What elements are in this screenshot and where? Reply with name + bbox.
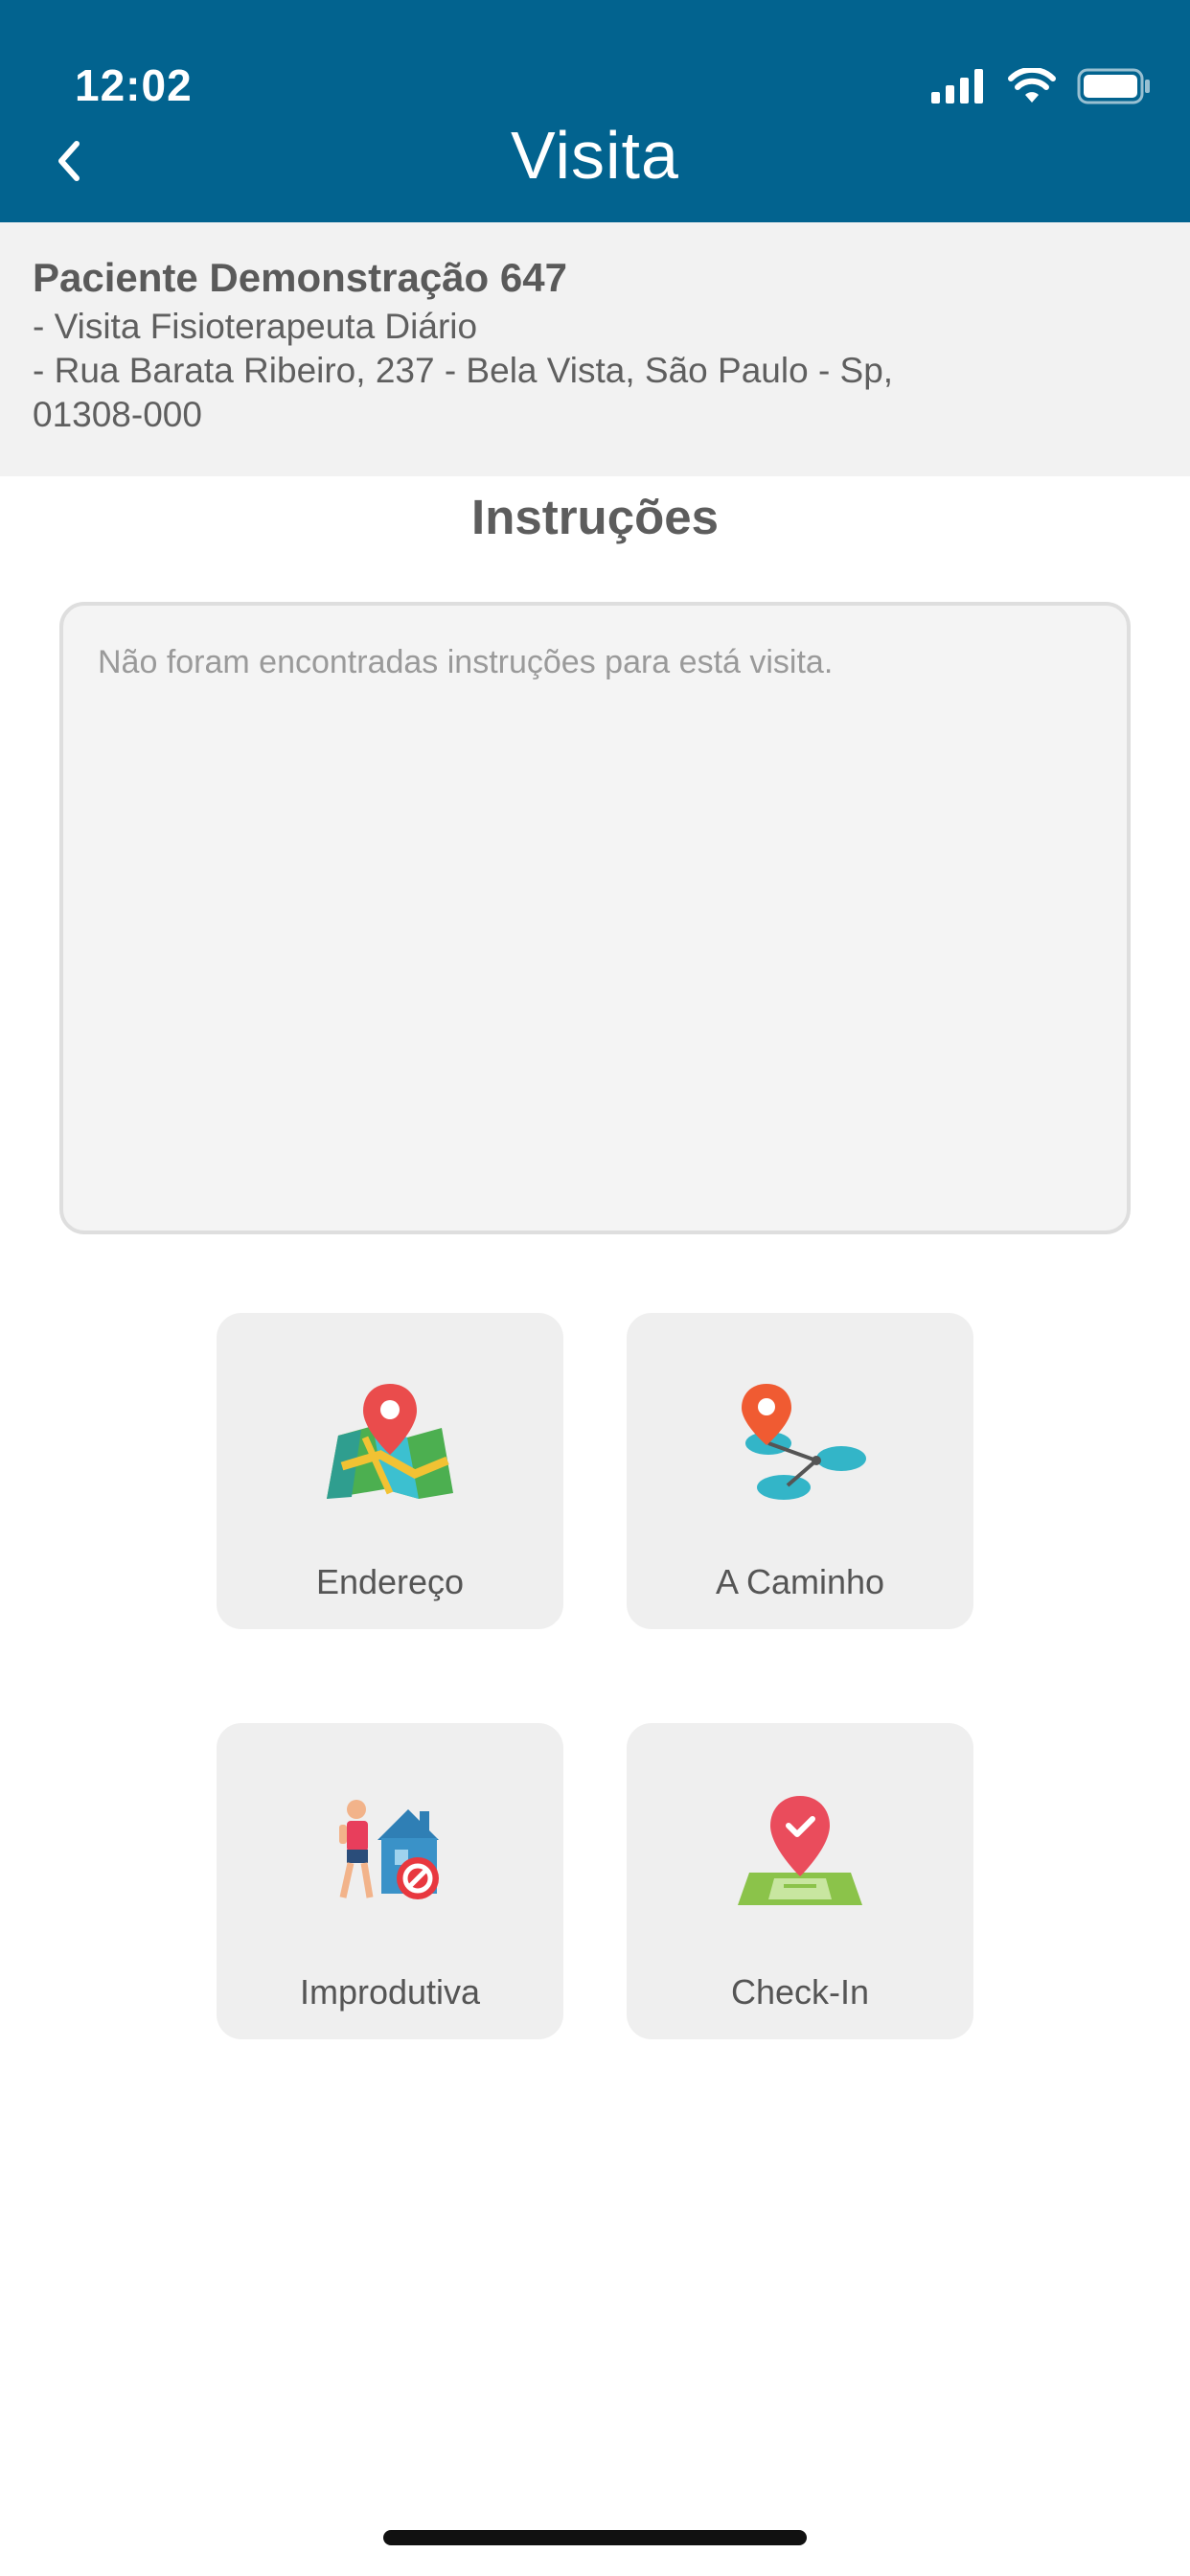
check-in-button[interactable]: Check-In xyxy=(627,1723,973,2039)
patient-info: Paciente Demonstração 647 - Visita Fisio… xyxy=(0,222,1190,476)
wifi-icon xyxy=(1008,68,1056,103)
cellular-signal-icon xyxy=(931,69,983,104)
status-icons xyxy=(931,65,1152,107)
instructions-text-area: Não foram encontradas instruções para es… xyxy=(59,602,1131,1234)
instructions-text: Não foram encontradas instruções para es… xyxy=(98,644,834,680)
app-header: 12:02 Visita xyxy=(0,0,1190,222)
address-button-label: Endereço xyxy=(315,1562,465,1601)
battery-icon xyxy=(1077,68,1150,104)
address-button[interactable]: Endereço xyxy=(217,1313,563,1629)
unproductive-button-label: Improdutiva xyxy=(299,1972,481,2012)
on-the-way-button-label: A Caminho xyxy=(715,1562,885,1601)
instructions-title: Instruções xyxy=(471,490,719,544)
page-title: Visita xyxy=(511,118,679,193)
unproductive-button[interactable]: Improdutiva xyxy=(217,1723,563,2039)
status-time: 12:02 xyxy=(75,60,193,110)
unproductive-visit-icon xyxy=(339,1800,439,1899)
route-icon xyxy=(742,1384,866,1500)
visit-type: - Visita Fisioterapeuta Diário xyxy=(33,307,478,346)
home-indicator[interactable] xyxy=(383,2530,807,2545)
check-in-pin-icon xyxy=(738,1796,862,1905)
address-line-1: - Rua Barata Ribeiro, 237 - Bela Vista, … xyxy=(33,351,894,390)
check-in-button-label: Check-In xyxy=(730,1972,870,2012)
address-line-2: 01308-000 xyxy=(33,395,202,434)
patient-name: Paciente Demonstração 647 xyxy=(33,255,567,300)
map-pin-icon xyxy=(327,1384,453,1499)
on-the-way-button[interactable]: A Caminho xyxy=(627,1313,973,1629)
